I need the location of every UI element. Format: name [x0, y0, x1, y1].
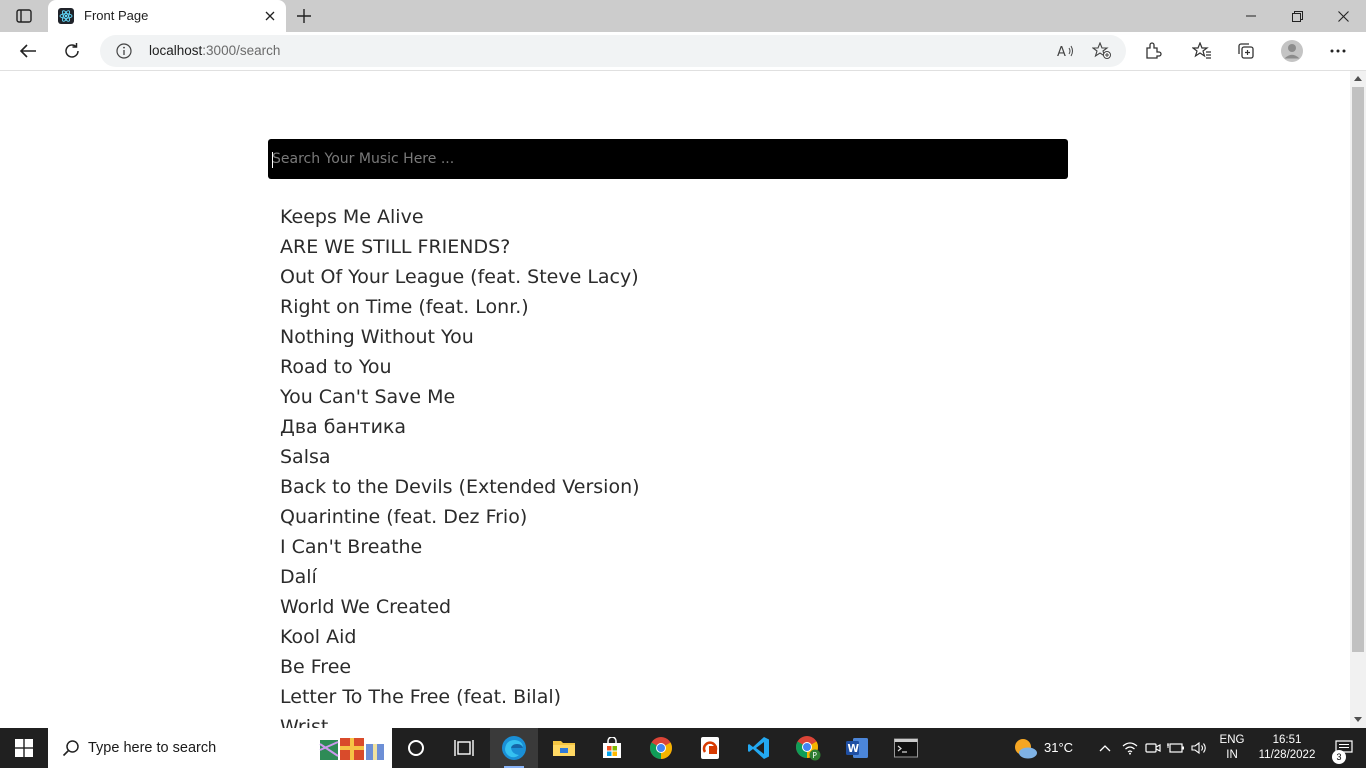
- song-item[interactable]: World We Created: [280, 592, 640, 622]
- file-explorer-icon[interactable]: [540, 728, 588, 768]
- volume-icon[interactable]: [1188, 728, 1212, 768]
- song-results-list: Keeps Me Alive ARE WE STILL FRIENDS? Out…: [280, 202, 640, 728]
- react-favicon-icon: [58, 8, 74, 24]
- vscode-icon[interactable]: [735, 728, 783, 768]
- scroll-up-arrow-icon[interactable]: [1354, 75, 1362, 83]
- chrome-icon[interactable]: [637, 728, 685, 768]
- music-search-input[interactable]: [268, 139, 1068, 179]
- clock-date: 11/28/2022: [1258, 749, 1316, 761]
- search-icon: [62, 740, 79, 757]
- terminal-icon[interactable]: [882, 728, 930, 768]
- song-item[interactable]: Wrist: [280, 712, 640, 728]
- cortana-icon[interactable]: [392, 728, 440, 768]
- url-path: :3000/search: [202, 43, 281, 58]
- song-item[interactable]: ARE WE STILL FRIENDS?: [280, 232, 640, 262]
- song-item[interactable]: Keeps Me Alive: [280, 202, 640, 232]
- new-tab-icon[interactable]: [292, 5, 316, 27]
- weather-cloud-sun-icon: [1015, 739, 1037, 759]
- song-item[interactable]: Road to You: [280, 352, 640, 382]
- browser-tab[interactable]: Front Page: [48, 0, 286, 32]
- close-window-icon[interactable]: [1320, 0, 1366, 32]
- scroll-down-arrow-icon[interactable]: [1354, 715, 1362, 723]
- search-highlight-gifts-icon: [319, 738, 384, 760]
- song-item[interactable]: Nothing Without You: [280, 322, 640, 352]
- restore-icon[interactable]: [1274, 0, 1320, 32]
- edge-browser-icon[interactable]: [490, 728, 538, 768]
- extensions-icon[interactable]: [1137, 36, 1169, 66]
- read-aloud-icon[interactable]: A: [1056, 41, 1076, 61]
- tab-title: Front Page: [84, 8, 149, 23]
- text-caret: [272, 152, 273, 168]
- tab-actions-icon[interactable]: [10, 6, 38, 26]
- windows-start-icon[interactable]: [0, 728, 48, 768]
- collections-icon[interactable]: [1230, 36, 1262, 66]
- svg-text:W: W: [848, 743, 860, 755]
- address-bar[interactable]: localhost:3000/search A: [100, 35, 1126, 67]
- song-item[interactable]: Dalí: [280, 562, 640, 592]
- battery-plug-icon[interactable]: [1164, 728, 1188, 768]
- url-host: localhost: [149, 43, 203, 58]
- word-icon[interactable]: W: [833, 728, 881, 768]
- url-text: localhost:3000/search: [149, 43, 280, 58]
- input-language-indicator[interactable]: ENG IN: [1214, 733, 1250, 763]
- address-bar-row: localhost:3000/search A: [0, 32, 1366, 71]
- task-view-icon[interactable]: [440, 728, 488, 768]
- taskbar-search-box[interactable]: Type here to search: [48, 728, 392, 768]
- minimize-icon[interactable]: [1228, 0, 1274, 32]
- song-item[interactable]: I Can't Breathe: [280, 532, 640, 562]
- show-hidden-icons-chevron-icon[interactable]: [1094, 728, 1116, 768]
- profile-avatar-icon[interactable]: [1276, 36, 1308, 66]
- page-content: Keeps Me Alive ARE WE STILL FRIENDS? Out…: [0, 71, 1350, 728]
- windows-taskbar: Type here to search P W 31°C ENG IN 16:5…: [0, 728, 1366, 768]
- song-item[interactable]: Salsa: [280, 442, 640, 472]
- refresh-icon[interactable]: [56, 36, 88, 66]
- lang-code: ENG: [1219, 734, 1245, 746]
- wifi-icon[interactable]: [1118, 728, 1142, 768]
- weather-widget[interactable]: 31°C: [1010, 728, 1090, 768]
- svg-text:P: P: [812, 751, 817, 760]
- notifications-icon[interactable]: [1322, 728, 1366, 768]
- scrollbar-thumb[interactable]: [1352, 87, 1364, 652]
- notification-count-badge: 3: [1332, 750, 1346, 764]
- weather-temperature: 31°C: [1044, 740, 1074, 755]
- back-icon[interactable]: [12, 36, 44, 66]
- song-item[interactable]: Kool Aid: [280, 622, 640, 652]
- song-item[interactable]: Letter To The Free (feat. Bilal): [280, 682, 640, 712]
- tab-strip: Front Page: [0, 0, 1366, 32]
- page-scrollbar[interactable]: [1350, 71, 1366, 728]
- microsoft-store-icon[interactable]: [588, 728, 636, 768]
- more-options-icon[interactable]: [1322, 36, 1354, 66]
- song-item[interactable]: Out Of Your League (feat. Steve Lacy): [280, 262, 640, 292]
- close-tab-icon[interactable]: [260, 6, 280, 26]
- site-info-icon[interactable]: [116, 43, 132, 59]
- song-item[interactable]: Right on Time (feat. Lonr.): [280, 292, 640, 322]
- taskbar-search-text: Type here to search: [88, 740, 217, 756]
- favorites-icon[interactable]: [1186, 36, 1218, 66]
- add-favorite-icon[interactable]: [1092, 41, 1112, 61]
- chrome-profile-icon[interactable]: P: [784, 728, 832, 768]
- song-item[interactable]: Back to the Devils (Extended Version): [280, 472, 640, 502]
- lang-region: IN: [1226, 749, 1238, 761]
- song-item[interactable]: Quarintine (feat. Dez Frio): [280, 502, 640, 532]
- svg-text:A: A: [1057, 45, 1066, 59]
- meet-now-icon[interactable]: [1142, 728, 1164, 768]
- office-app-icon[interactable]: [686, 728, 734, 768]
- system-clock[interactable]: 16:51 11/28/2022: [1250, 733, 1324, 763]
- song-item[interactable]: Два бантика: [280, 412, 640, 442]
- song-item[interactable]: You Can't Save Me: [280, 382, 640, 412]
- clock-time: 16:51: [1272, 734, 1302, 746]
- song-item[interactable]: Be Free: [280, 652, 640, 682]
